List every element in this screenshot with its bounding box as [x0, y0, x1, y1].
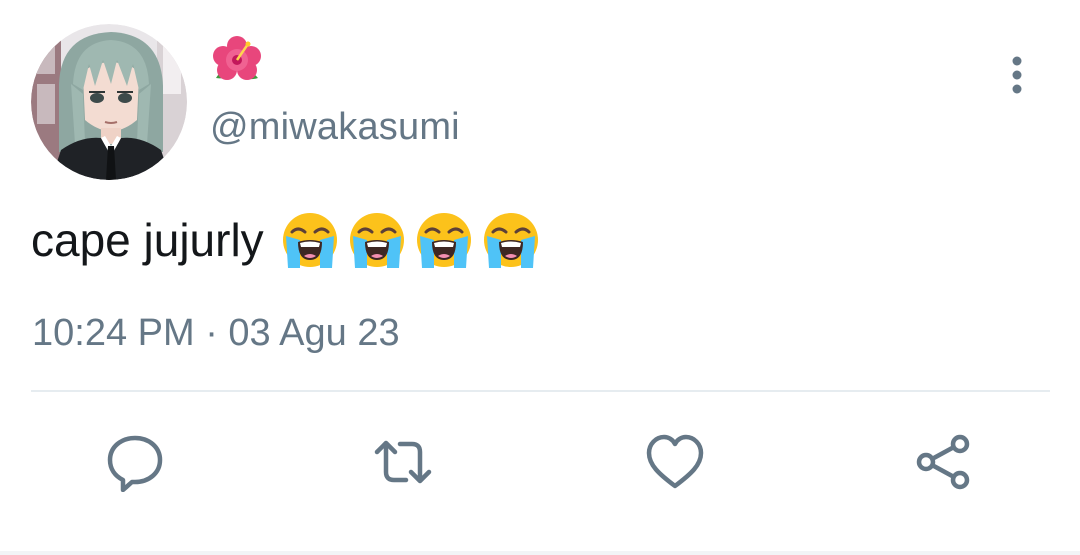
- avatar-image: [31, 24, 187, 180]
- tweet-text: cape jujurly: [31, 205, 548, 275]
- share-button[interactable]: [914, 432, 974, 492]
- retweet-icon: [374, 440, 432, 484]
- tweet-timestamp[interactable]: 10:24 PM · 03 Agu 23: [32, 310, 400, 356]
- reply-button[interactable]: [105, 432, 165, 492]
- user-handle[interactable]: @miwakasumi: [210, 104, 460, 150]
- loudly-crying-face-emoji: [347, 210, 407, 270]
- loudly-crying-face-emoji: [414, 210, 474, 270]
- tweet-text-words: cape jujurly: [31, 214, 264, 266]
- display-name[interactable]: [210, 34, 264, 86]
- like-button[interactable]: [645, 432, 705, 492]
- heart-icon: [646, 434, 704, 489]
- more-options-button[interactable]: [996, 52, 1038, 98]
- hibiscus-emoji: [213, 36, 261, 80]
- share-icon: [916, 434, 970, 490]
- retweet-button[interactable]: [373, 432, 433, 492]
- bottom-border: [0, 551, 1080, 555]
- divider: [31, 390, 1050, 392]
- loudly-crying-face-emoji: [481, 210, 541, 270]
- loudly-crying-face-emoji: [280, 210, 340, 270]
- more-vertical-icon: [1012, 56, 1022, 94]
- avatar[interactable]: [31, 24, 187, 180]
- reply-icon: [107, 435, 163, 492]
